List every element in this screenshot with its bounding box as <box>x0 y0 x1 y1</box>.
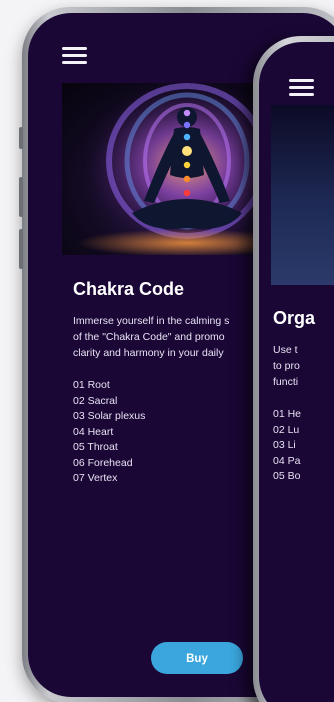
list-item: 01 Root <box>73 379 110 391</box>
side-button <box>19 229 23 269</box>
list-item: 04 Heart <box>73 425 114 438</box>
list-item: 07 Vertex <box>73 472 118 484</box>
list-item: 01 He <box>273 408 302 420</box>
chakra-list: 01 Root 02 Sacral 03 Solar plexus 04 Hea… <box>73 378 145 487</box>
phone-frame-right: Orga Use t to pro functi 01 He 02 Lu 03 … <box>253 36 334 702</box>
list-item: 05 Throat <box>73 441 118 453</box>
description-text: Use t to pro functi <box>273 342 300 390</box>
list-item: 06 Forehead <box>73 456 133 469</box>
list-item: 02 Sacral <box>73 394 118 407</box>
list-item: 03 Li <box>273 439 296 451</box>
organ-list: 01 He 02 Lu 03 Li 04 Pa 05 Bo <box>273 407 301 485</box>
description-line: Immerse yourself in the calming s <box>73 315 230 327</box>
description-line: Use t <box>273 344 298 356</box>
list-item: 04 Pa <box>273 454 301 467</box>
screen-right: Orga Use t to pro functi 01 He 02 Lu 03 … <box>259 42 334 702</box>
organ-hero-image <box>271 105 334 285</box>
list-item: 03 Solar plexus <box>73 410 146 422</box>
mockup-stage: Chakra Code Immerse yourself in the calm… <box>0 0 334 702</box>
hamburger-menu-icon[interactable] <box>289 79 314 97</box>
hamburger-menu-icon[interactable] <box>62 47 87 65</box>
page-title: Orga <box>273 308 316 328</box>
list-item: 02 Lu <box>273 423 300 436</box>
description-line: to pro <box>273 360 300 372</box>
description-text: Immerse yourself in the calming s of the… <box>73 313 263 361</box>
side-button <box>19 177 23 217</box>
buy-button[interactable]: Buy <box>151 642 243 674</box>
side-button <box>19 127 23 149</box>
list-item: 05 Bo <box>273 470 301 482</box>
description-line: clarity and harmony in your daily <box>73 347 224 359</box>
description-line: functi <box>273 376 299 388</box>
description-line: of the "Chakra Code" and promo <box>73 331 225 343</box>
page-title: Chakra Code <box>73 279 185 299</box>
